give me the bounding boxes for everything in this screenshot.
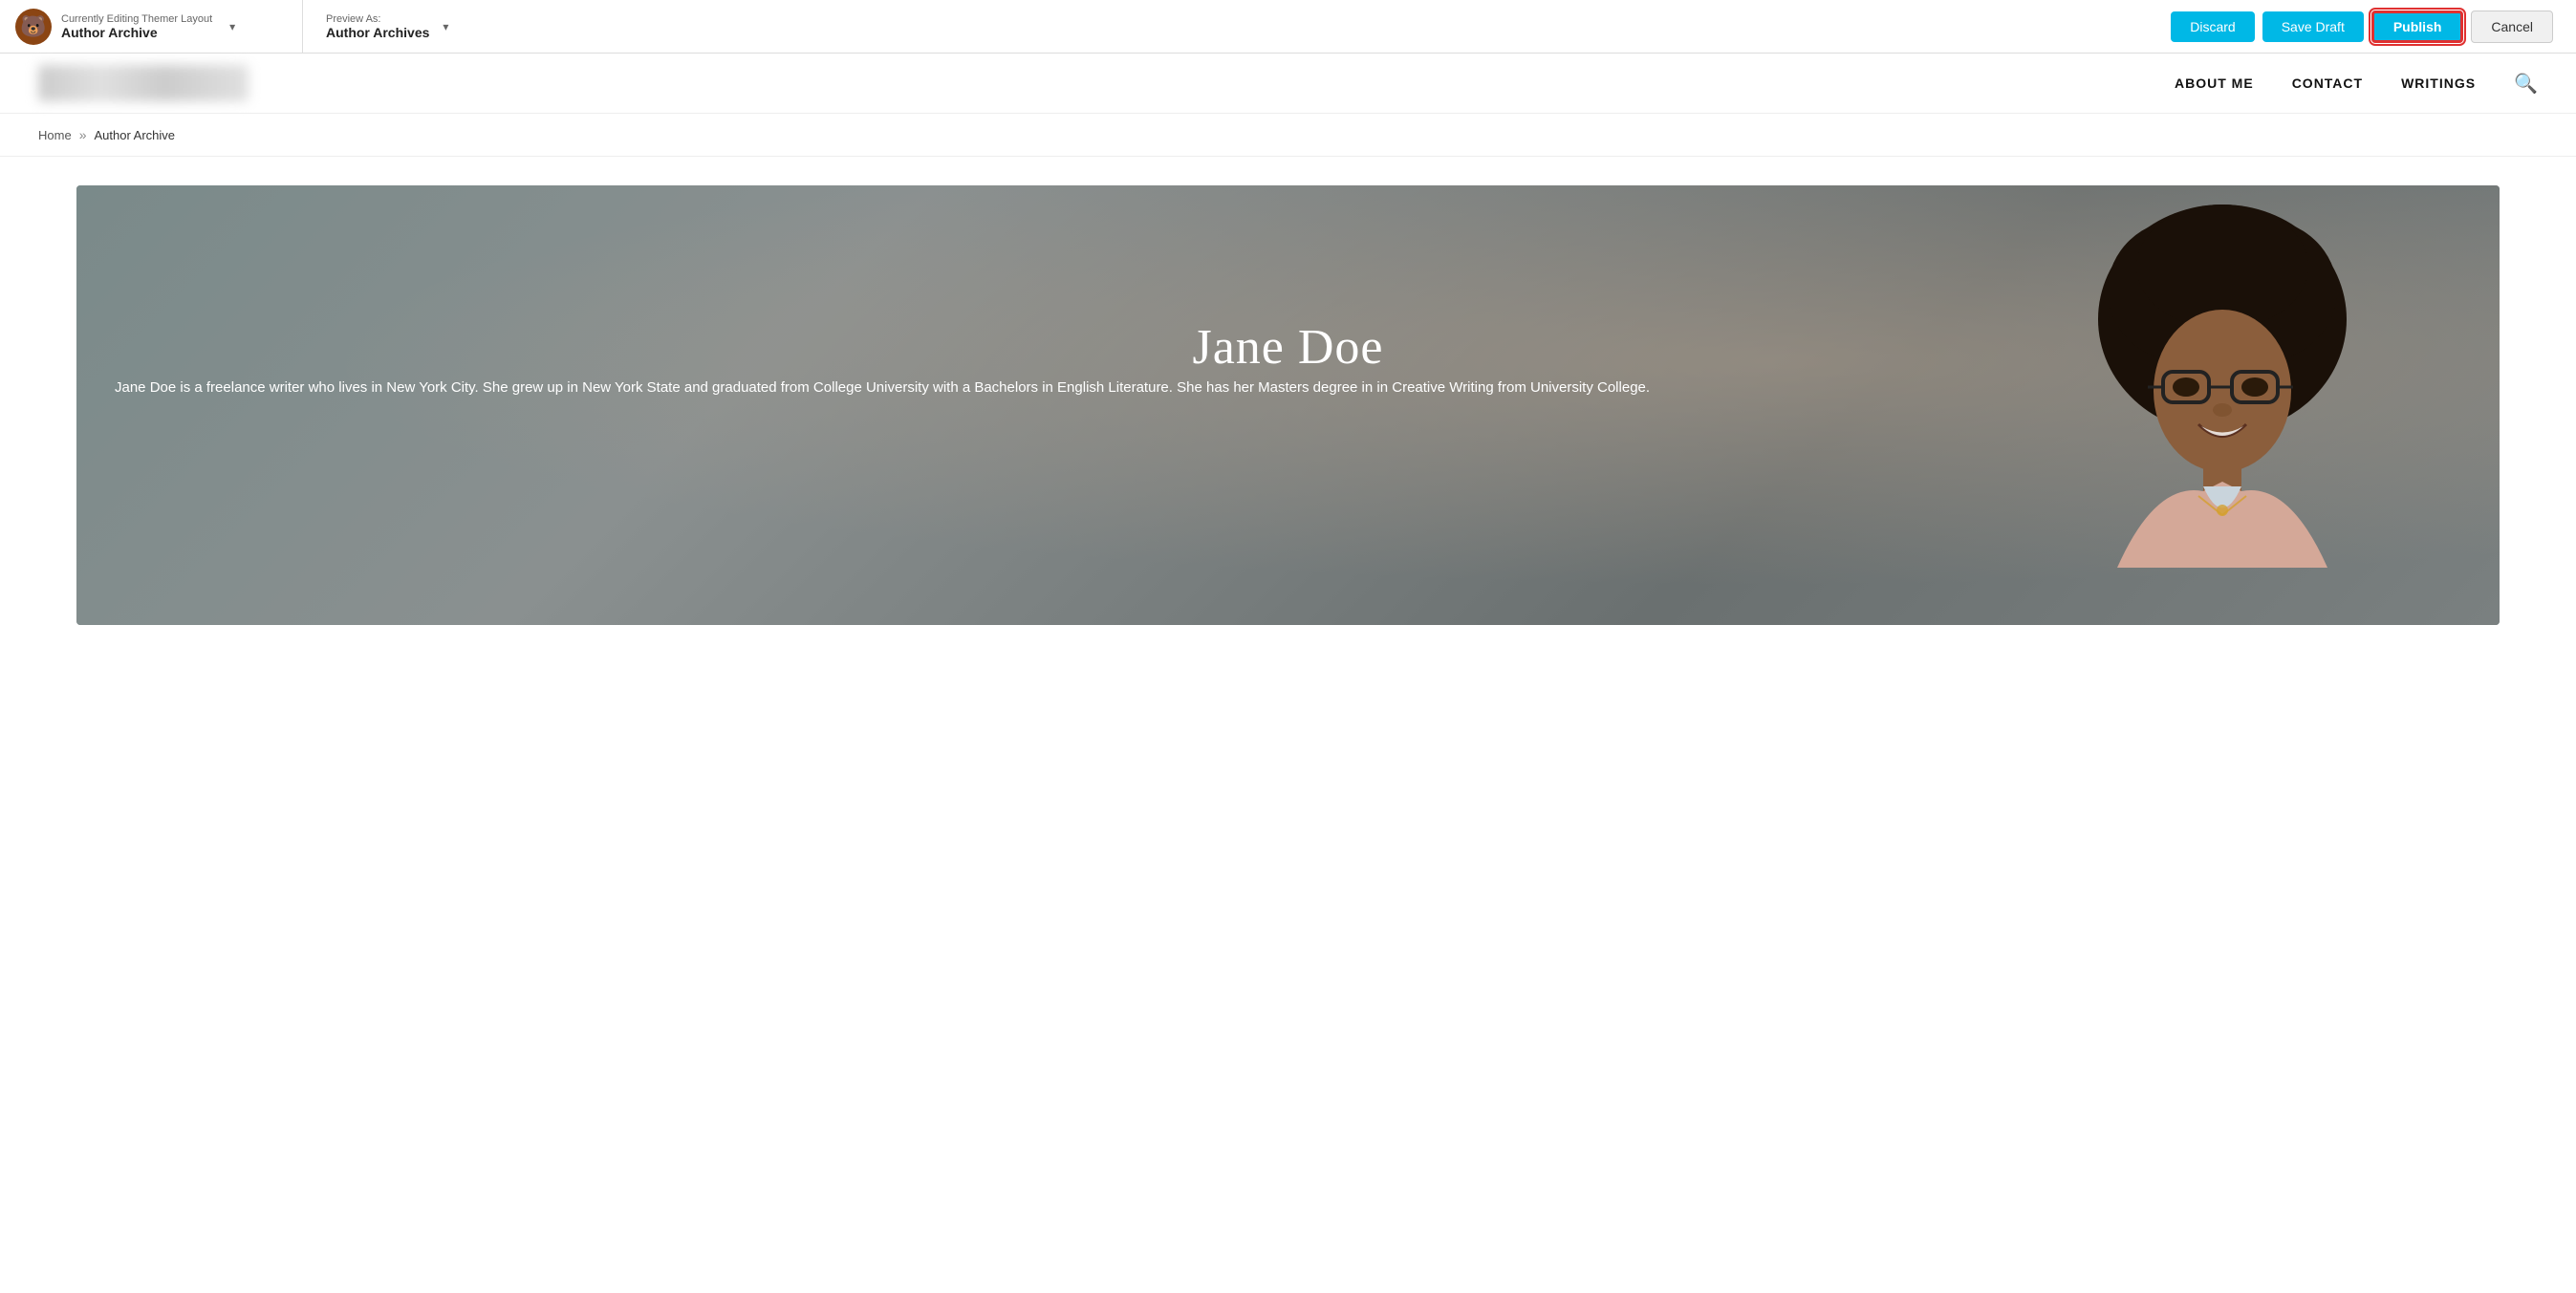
site-nav: ABOUT ME CONTACT WRITINGS 🔍	[0, 54, 2576, 114]
preview-section[interactable]: Preview As: Author Archives ▾	[303, 13, 571, 40]
editing-title: Author Archive	[61, 25, 212, 40]
nav-link-about-me[interactable]: ABOUT ME	[2175, 75, 2254, 91]
breadcrumb-current: Author Archive	[94, 128, 175, 142]
breadcrumb-bar: Home » Author Archive	[0, 114, 2576, 157]
nav-link-contact[interactable]: CONTACT	[2292, 75, 2363, 91]
editing-label: Currently Editing Themer Layout	[61, 13, 212, 25]
preview-dropdown-arrow[interactable]: ▾	[443, 20, 448, 33]
nav-link-writings[interactable]: WRITINGS	[2401, 75, 2476, 91]
breadcrumb: Home » Author Archive	[38, 127, 2538, 142]
admin-actions: Discard Save Draft Publish Cancel	[2171, 11, 2561, 43]
admin-bar: 🐻 Currently Editing Themer Layout Author…	[0, 0, 2576, 54]
preview-label: Preview As:	[326, 13, 429, 25]
save-draft-button[interactable]: Save Draft	[2262, 11, 2364, 42]
breadcrumb-home[interactable]: Home	[38, 128, 72, 142]
site-logo	[38, 65, 249, 101]
editing-dropdown-arrow[interactable]: ▾	[229, 20, 235, 33]
hero-bio: Jane Doe is a freelance writer who lives…	[115, 376, 1811, 400]
admin-logo-text: Currently Editing Themer Layout Author A…	[61, 13, 212, 40]
discard-button[interactable]: Discard	[2171, 11, 2254, 42]
logo-bear-icon: 🐻	[15, 9, 52, 45]
site-logo-area	[38, 65, 249, 101]
hero-content: Jane Doe Jane Doe is a freelance writer …	[76, 185, 2500, 429]
hero-section: Jane Doe Jane Doe is a freelance writer …	[76, 185, 2500, 625]
preview-value: Author Archives	[326, 25, 429, 40]
preview-text-group: Preview As: Author Archives	[326, 13, 429, 40]
site-nav-links: ABOUT ME CONTACT WRITINGS 🔍	[2175, 72, 2538, 96]
breadcrumb-separator: »	[79, 127, 87, 142]
admin-logo[interactable]: 🐻 Currently Editing Themer Layout Author…	[15, 9, 302, 45]
hero-name: Jane Doe	[76, 185, 2500, 376]
cancel-button[interactable]: Cancel	[2471, 11, 2553, 43]
publish-button[interactable]: Publish	[2371, 11, 2464, 43]
search-icon[interactable]: 🔍	[2514, 72, 2538, 96]
